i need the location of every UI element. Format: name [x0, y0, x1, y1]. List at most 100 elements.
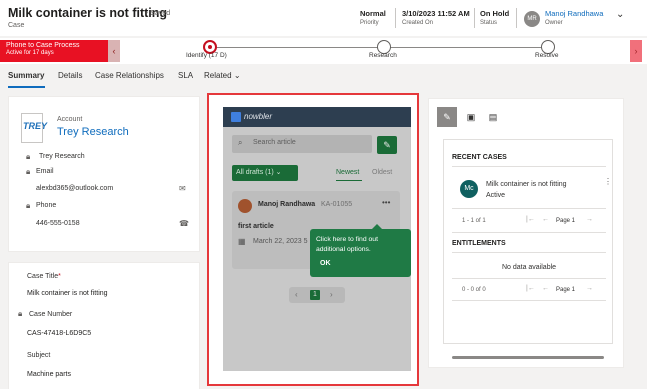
lock-icon: 🔒︎	[18, 309, 23, 318]
recent-case-title[interactable]: Milk container is not fitting	[486, 181, 567, 188]
more-options-icon[interactable]: •••	[382, 198, 390, 207]
chevron-down-icon[interactable]: ⌄	[616, 9, 624, 20]
knowledge-icon[interactable]: ▣	[461, 107, 481, 127]
lock-icon: 🔒︎	[26, 201, 31, 210]
article-id: KA-01055	[321, 201, 353, 208]
lock-icon: 🔒︎	[26, 152, 31, 161]
account-logo: TREY	[21, 113, 47, 143]
case-number-label: Case Number	[29, 311, 73, 318]
case-header: Milk container is not fitting - Saved Ca…	[0, 0, 647, 36]
phone-icon[interactable]: ☎	[179, 219, 189, 228]
header-divider	[395, 8, 396, 28]
created-on-field: 3/10/2023 11:52 AM Created On	[402, 9, 470, 26]
case-form-card: Case Title* Milk container is not fittin…	[8, 262, 200, 389]
section-divider	[452, 166, 606, 167]
recent-record-count: 1 - 1 of 1	[462, 218, 486, 224]
onboarding-tooltip: Click here to find out additional option…	[310, 224, 411, 277]
next-page-icon[interactable]: →	[586, 216, 593, 223]
ent-page-label: Page 1	[556, 287, 576, 293]
widget-topbar: nowbler	[223, 107, 411, 127]
drafts-filter-dropdown[interactable]: All drafts (1) ⌄	[232, 165, 298, 181]
priority-field: Normal Priority	[360, 9, 386, 26]
save-status: - Saved	[146, 10, 171, 17]
search-icon: ⌕	[238, 138, 243, 147]
search-input[interactable]: ⌕ Search article	[232, 135, 372, 153]
status-field: On Hold Status	[480, 9, 510, 26]
process-name-box[interactable]: Phone to Case Process Active for 17 days	[0, 40, 108, 62]
sort-oldest-tab[interactable]: Oldest	[372, 169, 392, 176]
owner-avatar: MR	[524, 11, 540, 27]
tab-sla[interactable]: SLA	[178, 71, 193, 80]
account-name-link[interactable]: Trey Research	[57, 126, 129, 138]
horizontal-scrollbar[interactable]	[452, 356, 604, 359]
phone-label: Phone	[36, 202, 57, 209]
page-number[interactable]: 1	[310, 290, 320, 300]
recent-page-label: Page 1	[556, 218, 576, 224]
phone-value[interactable]: 446-555-0158	[36, 220, 80, 227]
tooltip-ok-button[interactable]: OK	[320, 260, 405, 267]
section-divider	[452, 252, 606, 253]
case-number-value: CAS-47418-L6D9C5	[27, 330, 92, 337]
case-avatar: Mc	[460, 180, 478, 198]
section-divider	[452, 278, 606, 279]
section-divider	[452, 232, 606, 233]
stage-resolve-label[interactable]: Resolve	[535, 52, 558, 59]
email-value[interactable]: alexbd365@outlook.com	[36, 185, 113, 192]
left-column: TREY Account Trey Research 🔒︎ Trey Resea…	[8, 96, 200, 389]
owner-link[interactable]: Manoj Randhawa	[545, 9, 603, 18]
knowledge-widget: nowbler ⌕ Search article ✎ All drafts (1…	[223, 107, 411, 371]
tab-details[interactable]: Details	[58, 71, 82, 80]
stage-identify-label[interactable]: Identify (17 D)	[186, 52, 227, 59]
tab-related[interactable]: Related ⌄	[204, 71, 241, 80]
stage-research-label[interactable]: Research	[369, 52, 397, 59]
tab-case-relationships[interactable]: Case Relationships	[95, 71, 164, 80]
article-author: Manoj Randhawa	[258, 201, 316, 208]
account-name-field: Trey Research	[39, 153, 85, 160]
more-vertical-icon[interactable]: ⋮	[604, 177, 612, 186]
sort-newest-tab[interactable]: Newest	[336, 169, 363, 181]
email-icon[interactable]: ✉	[179, 184, 186, 193]
related-cases-section: RECENT CASES Mc Milk container is not fi…	[443, 139, 613, 344]
previous-page-icon[interactable]: ←	[542, 285, 549, 292]
wrench-icon[interactable]: ✎	[437, 107, 457, 127]
next-page-icon[interactable]: →	[586, 285, 593, 292]
article-title[interactable]: first article	[238, 223, 274, 230]
recent-case-status: Active	[486, 192, 506, 199]
account-card: TREY Account Trey Research 🔒︎ Trey Resea…	[8, 96, 200, 252]
entitlements-heading: ENTITLEMENTS	[452, 240, 506, 247]
case-title-label: Case Title*	[27, 273, 61, 280]
header-divider	[474, 8, 475, 28]
brand-logo-icon	[231, 112, 241, 122]
brand-name: nowbler	[244, 112, 273, 121]
section-divider	[452, 300, 606, 301]
chevron-right-icon[interactable]: ›	[330, 290, 333, 299]
related-panel: ✎ ▣ ▤ RECENT CASES Mc Milk container is …	[428, 98, 624, 368]
form-tabs: Summary Details Case Relationships SLA R…	[0, 66, 647, 88]
entity-name: Case	[8, 22, 25, 29]
article-pager: ‹ 1 ›	[289, 287, 345, 303]
case-title-value[interactable]: Milk container is not fitting	[27, 290, 108, 297]
first-page-icon[interactable]: |←	[526, 216, 535, 223]
author-avatar	[238, 199, 252, 213]
lock-icon: 🔒︎	[26, 167, 31, 176]
document-icon[interactable]: ▤	[483, 107, 503, 127]
chevron-left-icon[interactable]: ‹	[295, 290, 298, 299]
account-label: Account	[57, 116, 83, 123]
tab-summary[interactable]: Summary	[8, 71, 44, 80]
chevron-left-icon[interactable]: ‹	[108, 40, 120, 62]
knowledge-panel: nowbler ⌕ Search article ✎ All drafts (1…	[207, 93, 419, 386]
chevron-right-icon[interactable]: ›	[630, 40, 642, 62]
recent-cases-heading: RECENT CASES	[452, 154, 507, 161]
previous-page-icon[interactable]: ←	[542, 216, 549, 223]
new-article-button[interactable]: ✎	[377, 136, 397, 154]
owner-label: Owner	[545, 20, 563, 26]
header-divider	[516, 8, 517, 28]
chevron-down-icon: ⌄	[233, 71, 241, 80]
subject-value[interactable]: Machine parts	[27, 371, 71, 378]
section-divider	[452, 208, 606, 209]
pencil-icon: ✎	[383, 140, 391, 150]
selected-tab-indicator	[8, 86, 45, 88]
business-process-flow: Phone to Case Process Active for 17 days…	[0, 38, 647, 64]
ent-record-count: 0 - 0 of 0	[462, 287, 486, 293]
first-page-icon[interactable]: |←	[526, 285, 535, 292]
